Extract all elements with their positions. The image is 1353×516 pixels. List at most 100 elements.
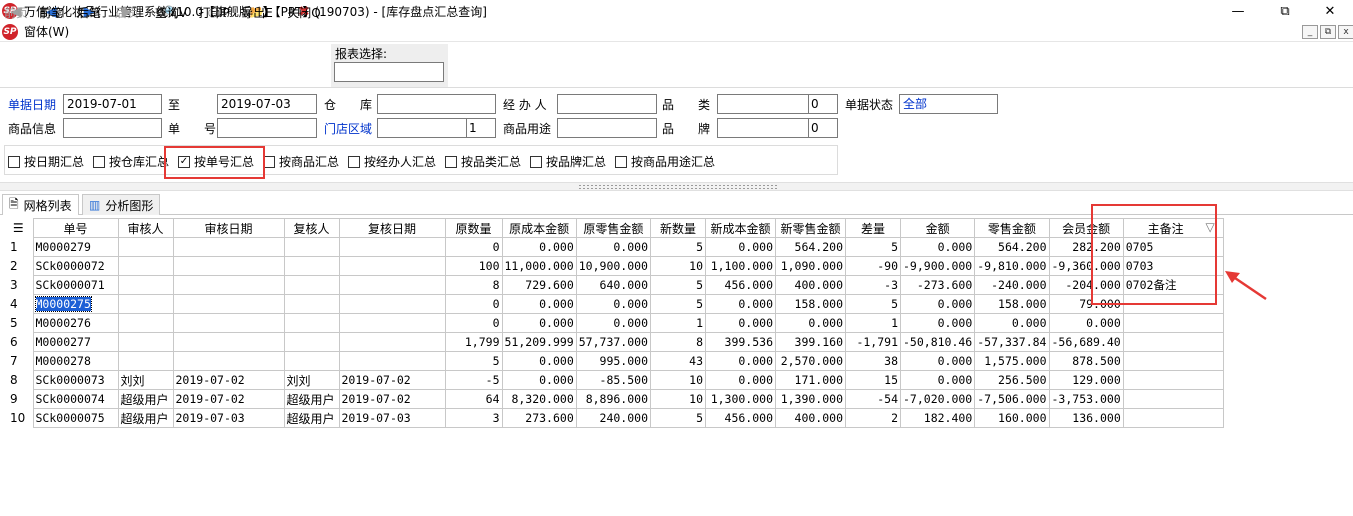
grid-cell[interactable]: -85.500 <box>575 370 652 390</box>
grid-cell[interactable] <box>338 294 446 314</box>
grid-cell[interactable]: 273.600 <box>501 408 577 428</box>
grid-cell[interactable]: 刘刘 <box>117 370 174 390</box>
docno-input[interactable] <box>217 118 317 138</box>
grid-cell[interactable]: 136.000 <box>1048 408 1124 428</box>
checkbox-icon[interactable] <box>348 155 360 168</box>
grid-cell[interactable]: -9,900.000 <box>899 256 976 276</box>
grid-cell[interactable]: 100 <box>444 256 503 276</box>
grid-cell[interactable]: 158.000 <box>974 294 1050 314</box>
grid-cell[interactable] <box>1122 332 1224 352</box>
mdi-minimize-button[interactable]: _ <box>1302 25 1318 39</box>
warehouse-input[interactable] <box>377 94 496 114</box>
grid-cell[interactable]: 2,570.000 <box>775 351 846 371</box>
grid-cell[interactable]: -7,506.000 <box>974 389 1050 409</box>
next-record-button[interactable]: ▶ 后笔 <box>75 2 103 42</box>
table-row[interactable]: 8 SCk0000073 刘刘 2019-07-02 刘刘 2019-07-02 -5 0.0… <box>4 370 1224 390</box>
grid-cell[interactable]: 1,090.000 <box>775 256 846 276</box>
grid-cell[interactable]: 182.400 <box>899 408 976 428</box>
grid-cell[interactable] <box>283 351 340 371</box>
grid-cell[interactable] <box>172 332 285 352</box>
grid-cell[interactable]: 0.000 <box>705 237 776 257</box>
table-row[interactable]: 4 M0000275 0 0.000 0.000 5 0.000 158.000 5 0.000 1… <box>4 294 1224 314</box>
tab-analysis-chart[interactable]: ▥ 分析图形 <box>82 194 161 215</box>
grid-cell[interactable] <box>338 237 446 257</box>
checkbox-icon[interactable] <box>8 155 20 168</box>
grid-cell[interactable]: 564.200 <box>974 237 1050 257</box>
grid-cell[interactable]: 0.000 <box>775 313 846 333</box>
grid-cell[interactable]: 878.500 <box>1048 351 1124 371</box>
grid-cell[interactable]: 超级用户 <box>283 389 340 409</box>
table-row[interactable]: 1 M0000279 0 0.000 0.000 5 0.000 564.200 5 0.000 5… <box>4 237 1224 257</box>
grid-cell[interactable]: 超级用户 <box>117 408 174 428</box>
grid-cell[interactable]: 256.500 <box>974 370 1050 390</box>
grid-cell[interactable]: 43 <box>650 351 706 371</box>
grid-cell[interactable]: -5 <box>444 370 503 390</box>
grid-cell[interactable]: 0.000 <box>1048 313 1124 333</box>
grid-cell[interactable]: 0.000 <box>501 313 577 333</box>
grid-cell[interactable]: 0.000 <box>899 370 976 390</box>
store-area-input[interactable] <box>377 118 467 138</box>
mdi-restore-button[interactable]: ⧉ <box>1320 25 1336 39</box>
summary-by-category[interactable]: 按品类汇总 <box>445 153 521 170</box>
grid-cell[interactable]: 158.000 <box>775 294 846 314</box>
grid-cell[interactable] <box>338 351 446 371</box>
grid-cell[interactable] <box>117 237 174 257</box>
checkbox-icon[interactable] <box>445 155 457 168</box>
grid-cell[interactable] <box>117 275 174 295</box>
category-input[interactable] <box>717 94 809 114</box>
grid-cell[interactable]: 640.000 <box>575 275 652 295</box>
grid-cell[interactable]: 0.000 <box>974 313 1050 333</box>
grid-cell[interactable]: 1,575.000 <box>974 351 1050 371</box>
grid-cell[interactable]: -57,337.84 <box>974 332 1050 352</box>
grid-cell[interactable]: 5 <box>650 237 706 257</box>
grid-cell[interactable] <box>283 313 340 333</box>
col-header-new-cost[interactable]: 新成本金额 <box>705 218 776 238</box>
grid-cell[interactable]: 1,799 <box>444 332 503 352</box>
col-header-orig-retail[interactable]: 原零售金额 <box>575 218 652 238</box>
grid-cell[interactable]: 0.000 <box>575 313 652 333</box>
col-header-docno[interactable]: 单号 <box>32 218 119 238</box>
grid-cell[interactable]: 3 <box>444 408 503 428</box>
grid-cell[interactable] <box>117 351 174 371</box>
grid-cell[interactable]: 1,100.000 <box>705 256 776 276</box>
grid-cell[interactable]: SCk0000071 <box>32 275 119 295</box>
grid-cell[interactable] <box>1122 389 1224 409</box>
grid-cell[interactable]: M0000279 <box>32 237 119 257</box>
grid-cell[interactable]: 57,737.000 <box>575 332 652 352</box>
close-button[interactable]: ✖ 关闭Q <box>287 2 321 42</box>
grid-cell[interactable]: 0.000 <box>705 351 776 371</box>
grid-cell[interactable]: 1,390.000 <box>775 389 846 409</box>
grid-cell[interactable] <box>172 351 285 371</box>
grid-cell[interactable]: 5 <box>444 351 503 371</box>
grid-cell[interactable]: 0.000 <box>501 370 577 390</box>
grid-cell[interactable]: M0000276 <box>32 313 119 333</box>
minimize-button[interactable]: — <box>1215 0 1261 22</box>
grid-cell[interactable] <box>1122 313 1224 333</box>
grid-cell[interactable]: -56,689.40 <box>1048 332 1124 352</box>
grid-cell[interactable]: -3 <box>845 275 901 295</box>
grid-cell[interactable]: M0000278 <box>32 351 119 371</box>
summary-by-warehouse[interactable]: 按仓库汇总 <box>93 153 169 170</box>
grid-cell[interactable] <box>283 256 340 276</box>
col-header-amount[interactable]: 金额 <box>899 218 976 238</box>
tab-grid-list[interactable]: 🗎 网格列表 <box>2 194 79 215</box>
grid-cell[interactable]: 2019-07-02 <box>172 370 285 390</box>
usage-input[interactable] <box>557 118 657 138</box>
grid-cell[interactable]: 0.000 <box>899 313 976 333</box>
grid-cell[interactable] <box>283 332 340 352</box>
grid-cell[interactable] <box>338 313 446 333</box>
grid-cell[interactable]: 0.000 <box>501 294 577 314</box>
grid-cell[interactable]: 2019-07-02 <box>338 389 446 409</box>
grid-cell[interactable] <box>283 294 340 314</box>
grid-cell[interactable]: SCk0000074 <box>32 389 119 409</box>
date-to-input[interactable]: 2019-07-03 <box>217 94 317 114</box>
grid-cell[interactable]: -1,791 <box>845 332 901 352</box>
table-row[interactable]: 9 SCk0000074 超级用户 2019-07-02 超级用户 2019-07-02 6… <box>4 389 1224 409</box>
splitter-grip-icon[interactable] <box>578 184 778 190</box>
col-header-retail-amount[interactable]: 零售金额 <box>974 218 1050 238</box>
grid-cell[interactable]: 5 <box>650 275 706 295</box>
date-label[interactable]: 单据日期 <box>8 96 56 113</box>
grid-cell[interactable]: 2 <box>845 408 901 428</box>
product-input[interactable] <box>63 118 162 138</box>
grid-cell[interactable]: 超级用户 <box>117 389 174 409</box>
